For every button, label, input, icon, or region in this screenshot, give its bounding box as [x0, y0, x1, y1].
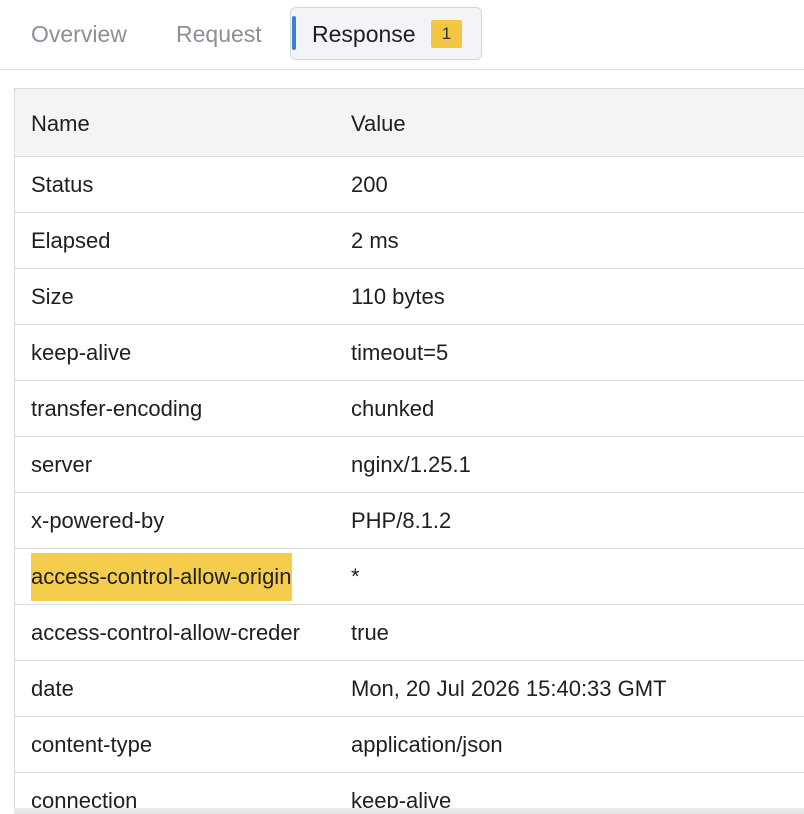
header-value-cell: PHP/8.1.2: [351, 508, 452, 533]
header-value-cell: true: [351, 620, 389, 645]
table-row[interactable]: server nginx/1.25.1: [15, 437, 804, 493]
tab-response[interactable]: Response 1: [290, 7, 482, 60]
header-value-cell: Mon, 20 Jul 2026 15:40:33 GMT: [351, 676, 667, 701]
header-name-cell: access-control-allow-creder: [31, 620, 300, 645]
table-row[interactable]: access-control-allow-origin *: [15, 549, 804, 605]
table-row[interactable]: Size 110 bytes: [15, 269, 804, 325]
column-header-value[interactable]: Value: [351, 89, 801, 157]
header-name-cell: Status: [31, 172, 94, 197]
search-highlight: access-control-allow-origin: [31, 553, 293, 601]
table-row[interactable]: transfer-encoding chunked: [15, 381, 804, 437]
table-row[interactable]: x-powered-by PHP/8.1.2: [15, 493, 804, 549]
table-row[interactable]: Status 200: [15, 157, 804, 213]
tab-overview[interactable]: Overview: [31, 8, 127, 60]
response-count-badge: 1: [431, 20, 462, 48]
table-row[interactable]: content-type application/json: [15, 717, 804, 773]
header-value-cell: 2 ms: [351, 228, 399, 253]
header-name-cell: date: [31, 676, 74, 701]
header-value-cell: chunked: [351, 396, 435, 421]
tab-response-label: Response: [312, 21, 416, 47]
table-header-row: Name Value: [15, 89, 804, 157]
scroll-edge: [14, 808, 804, 814]
header-value-cell: timeout=5: [351, 340, 449, 365]
header-name-cell: x-powered-by: [31, 508, 165, 533]
header-name-cell: content-type: [31, 732, 153, 757]
header-name-cell: Elapsed: [31, 228, 111, 253]
table-row[interactable]: date Mon, 20 Jul 2026 15:40:33 GMT: [15, 661, 804, 717]
table-row[interactable]: keep-alive timeout=5: [15, 325, 804, 381]
header-name-cell: server: [31, 452, 93, 477]
header-value-cell: *: [351, 564, 360, 589]
table-row[interactable]: Elapsed 2 ms: [15, 213, 804, 269]
table-row[interactable]: access-control-allow-creder true: [15, 605, 804, 661]
header-value-cell: 200: [351, 172, 388, 197]
tab-request[interactable]: Request: [176, 8, 262, 60]
response-headers-table: Name Value Status 200 Elapsed 2 ms Size 110 b…: [14, 88, 804, 814]
header-name-cell: transfer-encoding: [31, 396, 203, 421]
header-value-cell: nginx/1.25.1: [351, 452, 471, 477]
header-value-cell: application/json: [351, 732, 503, 757]
tab-bar: Overview Request Response 1: [0, 0, 804, 70]
active-tab-indicator: [292, 16, 296, 50]
column-header-name[interactable]: Name: [31, 89, 335, 157]
header-name-cell: access-control-allow-origin: [31, 549, 335, 605]
header-name-cell: keep-alive: [31, 340, 132, 365]
header-name-cell: Size: [31, 284, 74, 309]
header-value-cell: 110 bytes: [351, 284, 445, 309]
